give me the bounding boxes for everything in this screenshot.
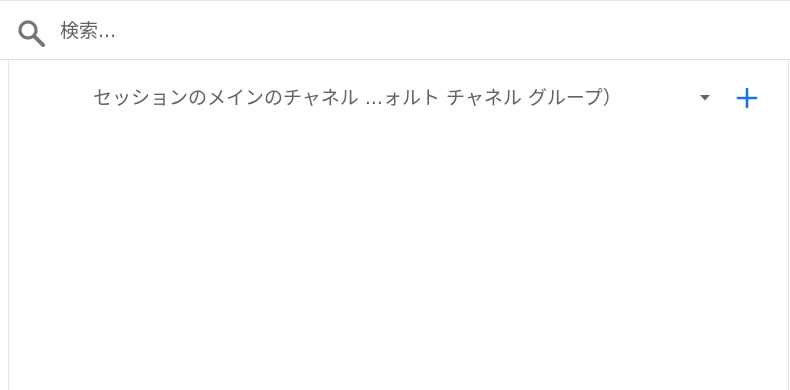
caret-down-icon[interactable] bbox=[695, 88, 715, 108]
plus-icon bbox=[736, 87, 758, 109]
search-icon bbox=[16, 18, 46, 48]
dimension-row: セッションのメインのチャネル ...ォルト チャネル グループ） bbox=[9, 80, 789, 116]
add-dimension-button[interactable] bbox=[733, 84, 761, 112]
dimension-list: セッションのメインのチャネル ...ォルト チャネル グループ） bbox=[8, 60, 789, 390]
search-input[interactable] bbox=[60, 15, 660, 47]
dimension-picker-panel: セッションのメインのチャネル ...ォルト チャネル グループ） bbox=[0, 0, 790, 390]
search-bar bbox=[0, 1, 790, 60]
dimension-selector-label[interactable]: セッションのメインのチャネル ...ォルト チャネル グループ） bbox=[93, 84, 673, 112]
